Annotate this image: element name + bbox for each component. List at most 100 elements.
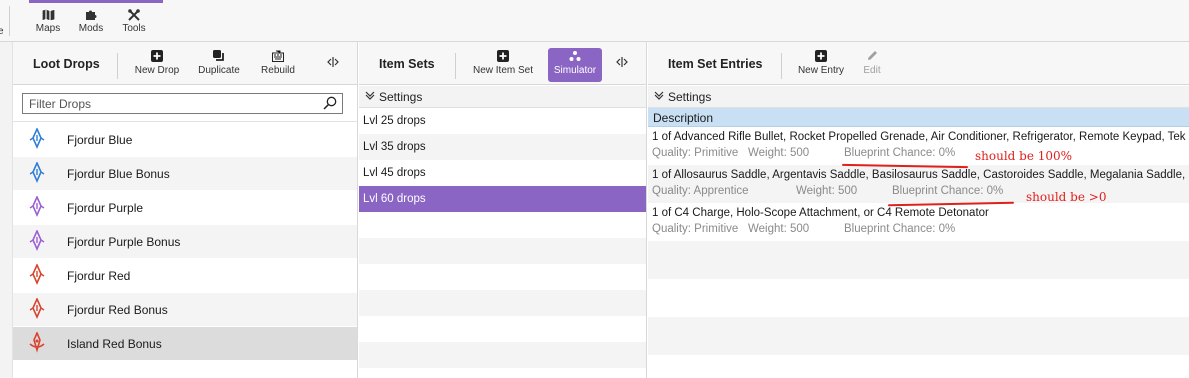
entries-header: Item Set Entries New Entry Edit xyxy=(648,42,1189,85)
duplicate-button[interactable]: Duplicate xyxy=(196,50,242,76)
simulator-icon xyxy=(569,51,581,61)
annotation-note: should be 100% xyxy=(975,149,1073,163)
entry-row[interactable]: 1 of Advanced Rifle Bullet, Rocket Prope… xyxy=(648,127,1189,165)
loot-drops-list: Fjordur Blue Fjordur Blue Bonus Fjordur Pu… xyxy=(13,123,357,361)
empty-row xyxy=(648,279,1189,317)
entry-blueprint-chance: Blueprint Chance: 0% xyxy=(844,223,956,235)
new-drop-label: New Drop xyxy=(134,65,180,76)
loot-drop-item[interactable]: Fjordur Blue xyxy=(13,123,357,157)
header-divider xyxy=(781,53,782,79)
item-set-row[interactable]: Lvl 60 drops xyxy=(359,186,646,212)
mods-label: Mods xyxy=(78,23,104,34)
entries-settings-toggle[interactable]: Settings xyxy=(648,86,1189,108)
new-item-set-button[interactable]: New Item Set xyxy=(472,50,534,76)
duplicate-icon xyxy=(213,50,224,61)
loot-drop-icon xyxy=(28,297,46,323)
loot-drop-label: Fjordur Blue Bonus xyxy=(67,167,170,181)
tools-button[interactable]: Tools xyxy=(120,9,148,34)
item-sets-settings-toggle[interactable]: Settings xyxy=(359,86,646,108)
annotation-note: should be >0 xyxy=(1026,190,1107,204)
main-toolbar: e Maps Mods Tools xyxy=(0,0,1189,42)
chevron-down-icon xyxy=(365,91,375,100)
mods-button[interactable]: Mods xyxy=(78,9,104,34)
loot-drop-label: Fjordur Purple xyxy=(67,201,144,215)
entry-title: 1 of Allosaurus Saddle, Argentavis Saddl… xyxy=(652,169,1187,181)
loot-drop-item[interactable]: Island Red Bonus xyxy=(13,327,357,361)
loot-drop-icon xyxy=(28,161,46,187)
loot-drops-panel: Loot Drops New Drop Duplicate Rebuild Fj… xyxy=(13,42,358,378)
loot-drop-item[interactable]: Fjordur Blue Bonus xyxy=(13,157,357,191)
description-column-header[interactable]: Description xyxy=(648,108,1189,127)
loot-drops-title: Loot Drops xyxy=(33,57,100,71)
empty-row xyxy=(359,264,646,290)
rebuild-button[interactable]: Rebuild xyxy=(258,50,298,76)
empty-row xyxy=(359,316,646,342)
duplicate-label: Duplicate xyxy=(198,65,240,76)
loot-drops-header: Loot Drops New Drop Duplicate Rebuild xyxy=(13,42,357,85)
entry-weight: Weight: 500 xyxy=(748,223,810,235)
new-entry-button[interactable]: New Entry xyxy=(796,50,846,76)
loot-drop-icon xyxy=(28,330,46,357)
empty-row xyxy=(648,317,1189,355)
item-set-row[interactable]: Lvl 25 drops xyxy=(359,108,646,134)
item-set-label: Lvl 25 drops xyxy=(363,115,426,127)
new-entry-label: New Entry xyxy=(797,65,845,76)
entry-quality: Quality: Apprentice xyxy=(652,185,749,197)
entry-weight: Weight: 500 xyxy=(796,185,858,197)
collapse-panel-icon[interactable] xyxy=(327,57,339,70)
item-set-row[interactable]: Lvl 35 drops xyxy=(359,134,646,160)
puzzle-icon xyxy=(86,10,97,20)
item-sets-header: Item Sets New Item Set Simulator xyxy=(359,42,646,85)
loot-drop-item[interactable]: Fjordur Purple xyxy=(13,191,357,225)
loot-drop-icon xyxy=(28,127,46,153)
simulator-button[interactable]: Simulator xyxy=(548,48,602,82)
item-set-label: Lvl 45 drops xyxy=(363,167,426,179)
maps-label: Maps xyxy=(35,23,61,34)
map-icon xyxy=(41,9,55,21)
plus-square-icon xyxy=(815,50,827,62)
left-gutter xyxy=(0,42,13,378)
entry-title: 1 of Advanced Rifle Bullet, Rocket Prope… xyxy=(652,131,1187,143)
entry-quality: Quality: Primitive xyxy=(652,147,739,159)
toolbar-edge-label: e xyxy=(0,26,4,37)
plus-square-icon xyxy=(151,50,163,62)
loot-drop-label: Fjordur Red Bonus xyxy=(67,303,168,317)
collapse-panel-icon[interactable] xyxy=(616,57,628,70)
loot-drop-icon xyxy=(28,263,46,289)
item-sets-list: Lvl 25 drops Lvl 35 drops Lvl 45 drops Lvl … xyxy=(359,108,646,368)
entry-blueprint-chance: Blueprint Chance: 0% xyxy=(844,147,956,159)
item-set-row[interactable]: Lvl 45 drops xyxy=(359,160,646,186)
loot-drop-label: Fjordur Purple Bonus xyxy=(67,235,181,249)
filter-drops-input[interactable] xyxy=(22,93,343,114)
tools-icon xyxy=(128,9,140,21)
entry-weight: Weight: 500 xyxy=(748,147,810,159)
settings-label: Settings xyxy=(379,90,423,104)
loot-drop-item[interactable]: Fjordur Purple Bonus xyxy=(13,225,357,259)
loot-drop-item[interactable]: Fjordur Red xyxy=(13,259,357,293)
item-sets-title: Item Sets xyxy=(379,57,435,71)
description-header-label: Description xyxy=(653,111,714,125)
maps-button[interactable]: Maps xyxy=(35,9,61,34)
entries-title: Item Set Entries xyxy=(668,57,763,71)
search-icon[interactable] xyxy=(323,96,337,113)
loot-drop-item[interactable]: Fjordur Red Bonus xyxy=(13,293,357,327)
entry-title: 1 of C4 Charge, Holo-Scope Attachment, o… xyxy=(652,207,989,219)
empty-row xyxy=(648,241,1189,279)
edit-button[interactable]: Edit xyxy=(859,50,885,76)
item-set-label: Lvl 60 drops xyxy=(363,193,426,205)
empty-row xyxy=(359,212,646,238)
empty-row xyxy=(359,290,646,316)
loot-drop-label: Island Red Bonus xyxy=(67,337,162,351)
header-divider xyxy=(455,53,456,79)
loot-drop-icon xyxy=(28,195,46,221)
tools-label: Tools xyxy=(122,23,146,34)
header-divider xyxy=(117,53,118,79)
item-sets-panel: Item Sets New Item Set Simulator Setting… xyxy=(359,42,647,378)
new-drop-button[interactable]: New Drop xyxy=(132,50,182,76)
entry-quality: Quality: Primitive xyxy=(652,223,739,235)
rebuild-label: Rebuild xyxy=(261,65,295,76)
entry-row[interactable]: 1 of C4 Charge, Holo-Scope Attachment, o… xyxy=(648,203,1189,241)
toolbar-group: Maps Mods Tools xyxy=(29,0,163,42)
new-item-set-label: New Item Set xyxy=(472,65,534,76)
entry-row[interactable]: 1 of Allosaurus Saddle, Argentavis Saddl… xyxy=(648,165,1189,203)
